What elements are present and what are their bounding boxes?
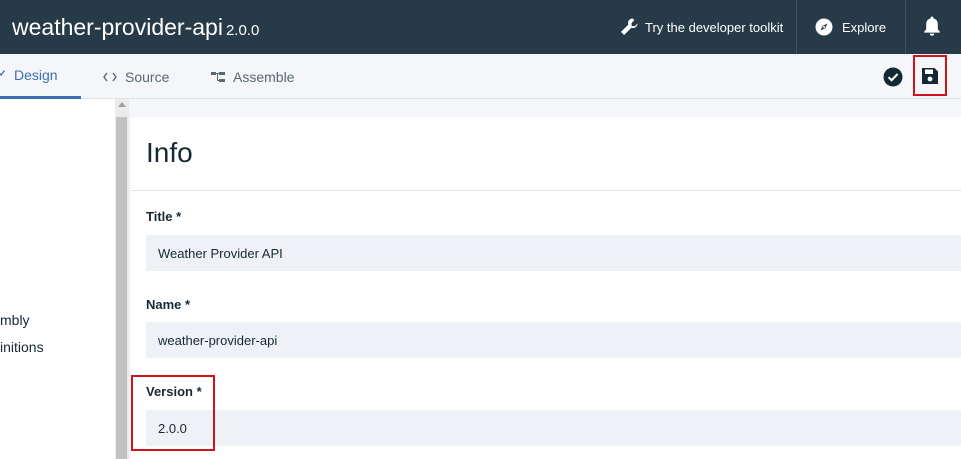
explore-label: Explore (842, 19, 887, 35)
api-title: weather-provider-api 2.0.0 (12, 14, 259, 44)
scroll-up-arrow-icon[interactable] (118, 102, 126, 107)
toolkit-label: Try the developer toolkit (645, 19, 784, 35)
api-name: weather-provider-api (12, 14, 223, 40)
nav-separator (905, 0, 906, 54)
sidebar: mbly initions (0, 99, 115, 459)
top-nav-bar: weather-provider-api 2.0.0 Try the develo… (0, 0, 961, 54)
version-field[interactable] (146, 410, 961, 446)
notifications-button[interactable] (922, 15, 942, 37)
assemble-icon (211, 71, 225, 83)
design-icon (0, 69, 6, 81)
developer-toolkit-link[interactable]: Try the developer toolkit (619, 16, 783, 38)
wrench-icon (621, 18, 638, 35)
info-card (131, 117, 961, 459)
explore-link[interactable]: Explore (815, 16, 886, 38)
tab-label: Assemble (233, 68, 295, 85)
section-title: Info (146, 137, 193, 168)
tab-assemble[interactable]: Assemble (211, 54, 294, 99)
name-field-label: Name * (146, 297, 191, 312)
save-icon (922, 67, 938, 84)
scrollbar-thumb[interactable] (116, 117, 127, 459)
tab-design[interactable]: Design (0, 54, 81, 99)
title-field-label: Title * (146, 209, 182, 224)
save-button[interactable] (913, 55, 947, 96)
code-icon (103, 72, 117, 82)
api-version: 2.0.0 (225, 22, 260, 39)
sidebar-item-assembly[interactable]: mbly (0, 312, 30, 328)
version-highlight-box (131, 375, 215, 451)
compass-icon (815, 18, 833, 36)
tab-label: Source (125, 68, 170, 85)
name-field[interactable] (146, 322, 961, 358)
tab-label: Design (14, 67, 58, 83)
divider (131, 190, 961, 191)
editor-tab-bar: Design Source Assemble (0, 54, 961, 99)
nav-separator (796, 0, 797, 54)
validate-button[interactable] (883, 67, 903, 87)
bell-icon (924, 16, 940, 36)
checkmark-circle-icon (883, 67, 903, 87)
tab-source[interactable]: Source (103, 54, 169, 99)
title-field[interactable] (146, 235, 961, 271)
sidebar-item-definitions[interactable]: initions (0, 339, 44, 355)
